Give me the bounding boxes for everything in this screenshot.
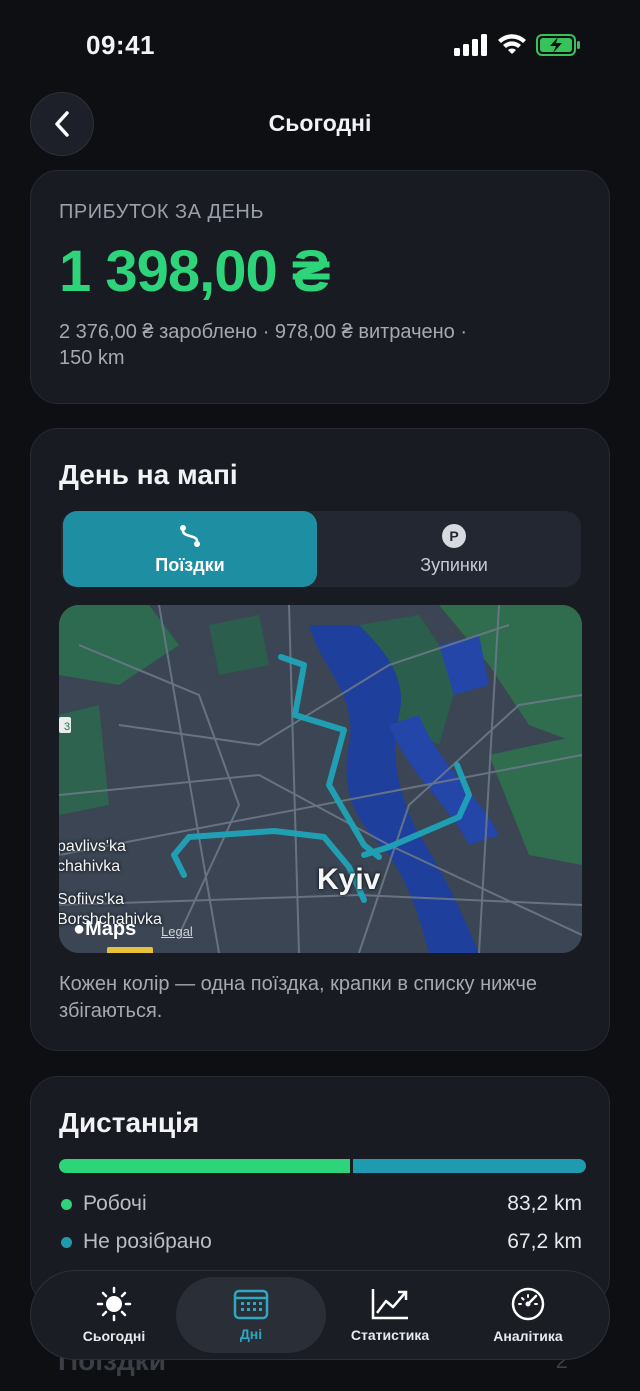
distance-progress-bar [59, 1159, 586, 1173]
tab-days[interactable]: Дні [176, 1277, 326, 1353]
tab-stops-label: Зупинки [420, 554, 488, 575]
svg-text:P: P [449, 528, 458, 544]
tab-today-label: Сьогодні [82, 1328, 146, 1344]
profit-summary-line: 2 376,00 ₴ зароблено · 978,00 ₴ витрачен… [59, 321, 468, 343]
parking-icon: P [442, 523, 466, 548]
profit-summary-line: 150 km [59, 347, 125, 369]
distance-row-label: Не розібрано [83, 1230, 212, 1253]
legend-dot [61, 1237, 72, 1248]
maps-attribution: ●Maps [73, 918, 136, 941]
distance-bar-work [59, 1159, 351, 1173]
speedometer-icon [511, 1287, 545, 1321]
tab-trips-label: Поїздки [155, 554, 225, 575]
distance-row-value: 83,2 km [507, 1192, 582, 1215]
map-city-label: Kyiv [317, 863, 381, 896]
road-shield-label: 3 [64, 721, 70, 733]
trips-map[interactable]: 3 Kyiv pavlivs'ka chahivka Sofiivs'ka Bo… [59, 605, 582, 953]
tab-today[interactable]: Сьогодні [39, 1277, 189, 1353]
distance-title: Дистанція [59, 1107, 200, 1138]
profit-summary: 2 376,00 ₴ зароблено · 978,00 ₴ витрачен… [59, 319, 581, 371]
map-card-title: День на мапі [59, 459, 238, 490]
profit-value: 1 398,00 ₴ [59, 239, 331, 304]
tab-statistics-label: Статистика [350, 1327, 430, 1343]
district-line: pavlivs'ka [59, 838, 126, 855]
district-line: Sofiivs'ka [59, 891, 125, 908]
battery-charging-icon [536, 34, 580, 56]
sun-icon [96, 1286, 132, 1322]
distance-row-unsorted: Не розібрано 67,2 km [59, 1228, 582, 1258]
tab-stops[interactable]: P Зупинки [327, 511, 581, 587]
day-map-card: День на мапі Поїздки P Зупинки 3 Kyiv pa… [30, 428, 610, 1051]
tab-days-label: Дні [239, 1326, 263, 1342]
status-icons [454, 34, 582, 56]
navigation-bar: Сьогодні [0, 90, 640, 160]
wifi-icon [498, 34, 526, 54]
map-district-label: pavlivs'ka chahivka [59, 837, 126, 877]
map-park-area [209, 615, 269, 675]
distance-row-label: Робочі [83, 1192, 147, 1215]
legend-dot [61, 1199, 72, 1210]
distance-bar-unsorted [353, 1159, 586, 1173]
route-icon [180, 524, 200, 547]
daily-profit-card: ПРИБУТОК ЗА ДЕНЬ 1 398,00 ₴ 2 376,00 ₴ з… [30, 170, 610, 404]
map-mode-segmented-control: Поїздки P Зупинки [61, 511, 581, 587]
apple-logo-icon: ● [73, 918, 86, 940]
chart-trend-icon [371, 1289, 408, 1320]
tab-statistics[interactable]: Статистика [315, 1277, 465, 1353]
district-line: chahivka [59, 858, 121, 875]
page-title: Сьогодні [268, 110, 372, 136]
map-caption: Кожен колір — одна поїздка, крапки в спи… [59, 973, 538, 1022]
status-time: 09:41 [86, 30, 155, 60]
profit-label: ПРИБУТОК ЗА ДЕНЬ [59, 201, 264, 223]
tab-trips[interactable]: Поїздки [63, 511, 317, 587]
maps-brand-label: Maps [85, 918, 137, 940]
distance-row-value: 67,2 km [507, 1230, 582, 1253]
tab-analytics-label: Аналітика [493, 1328, 563, 1344]
signal-icon [454, 34, 487, 56]
distance-row-work: Робочі 83,2 km [59, 1190, 582, 1220]
tab-analytics[interactable]: Аналітика [453, 1277, 603, 1353]
status-bar: 09:41 [0, 0, 640, 90]
road-shield-yellow [107, 947, 153, 953]
calendar-icon [233, 1289, 269, 1320]
map-legal-link[interactable]: Legal [161, 924, 193, 939]
bottom-tab-bar: Сьогодні Дні Статистика Аналітика [30, 1270, 610, 1360]
